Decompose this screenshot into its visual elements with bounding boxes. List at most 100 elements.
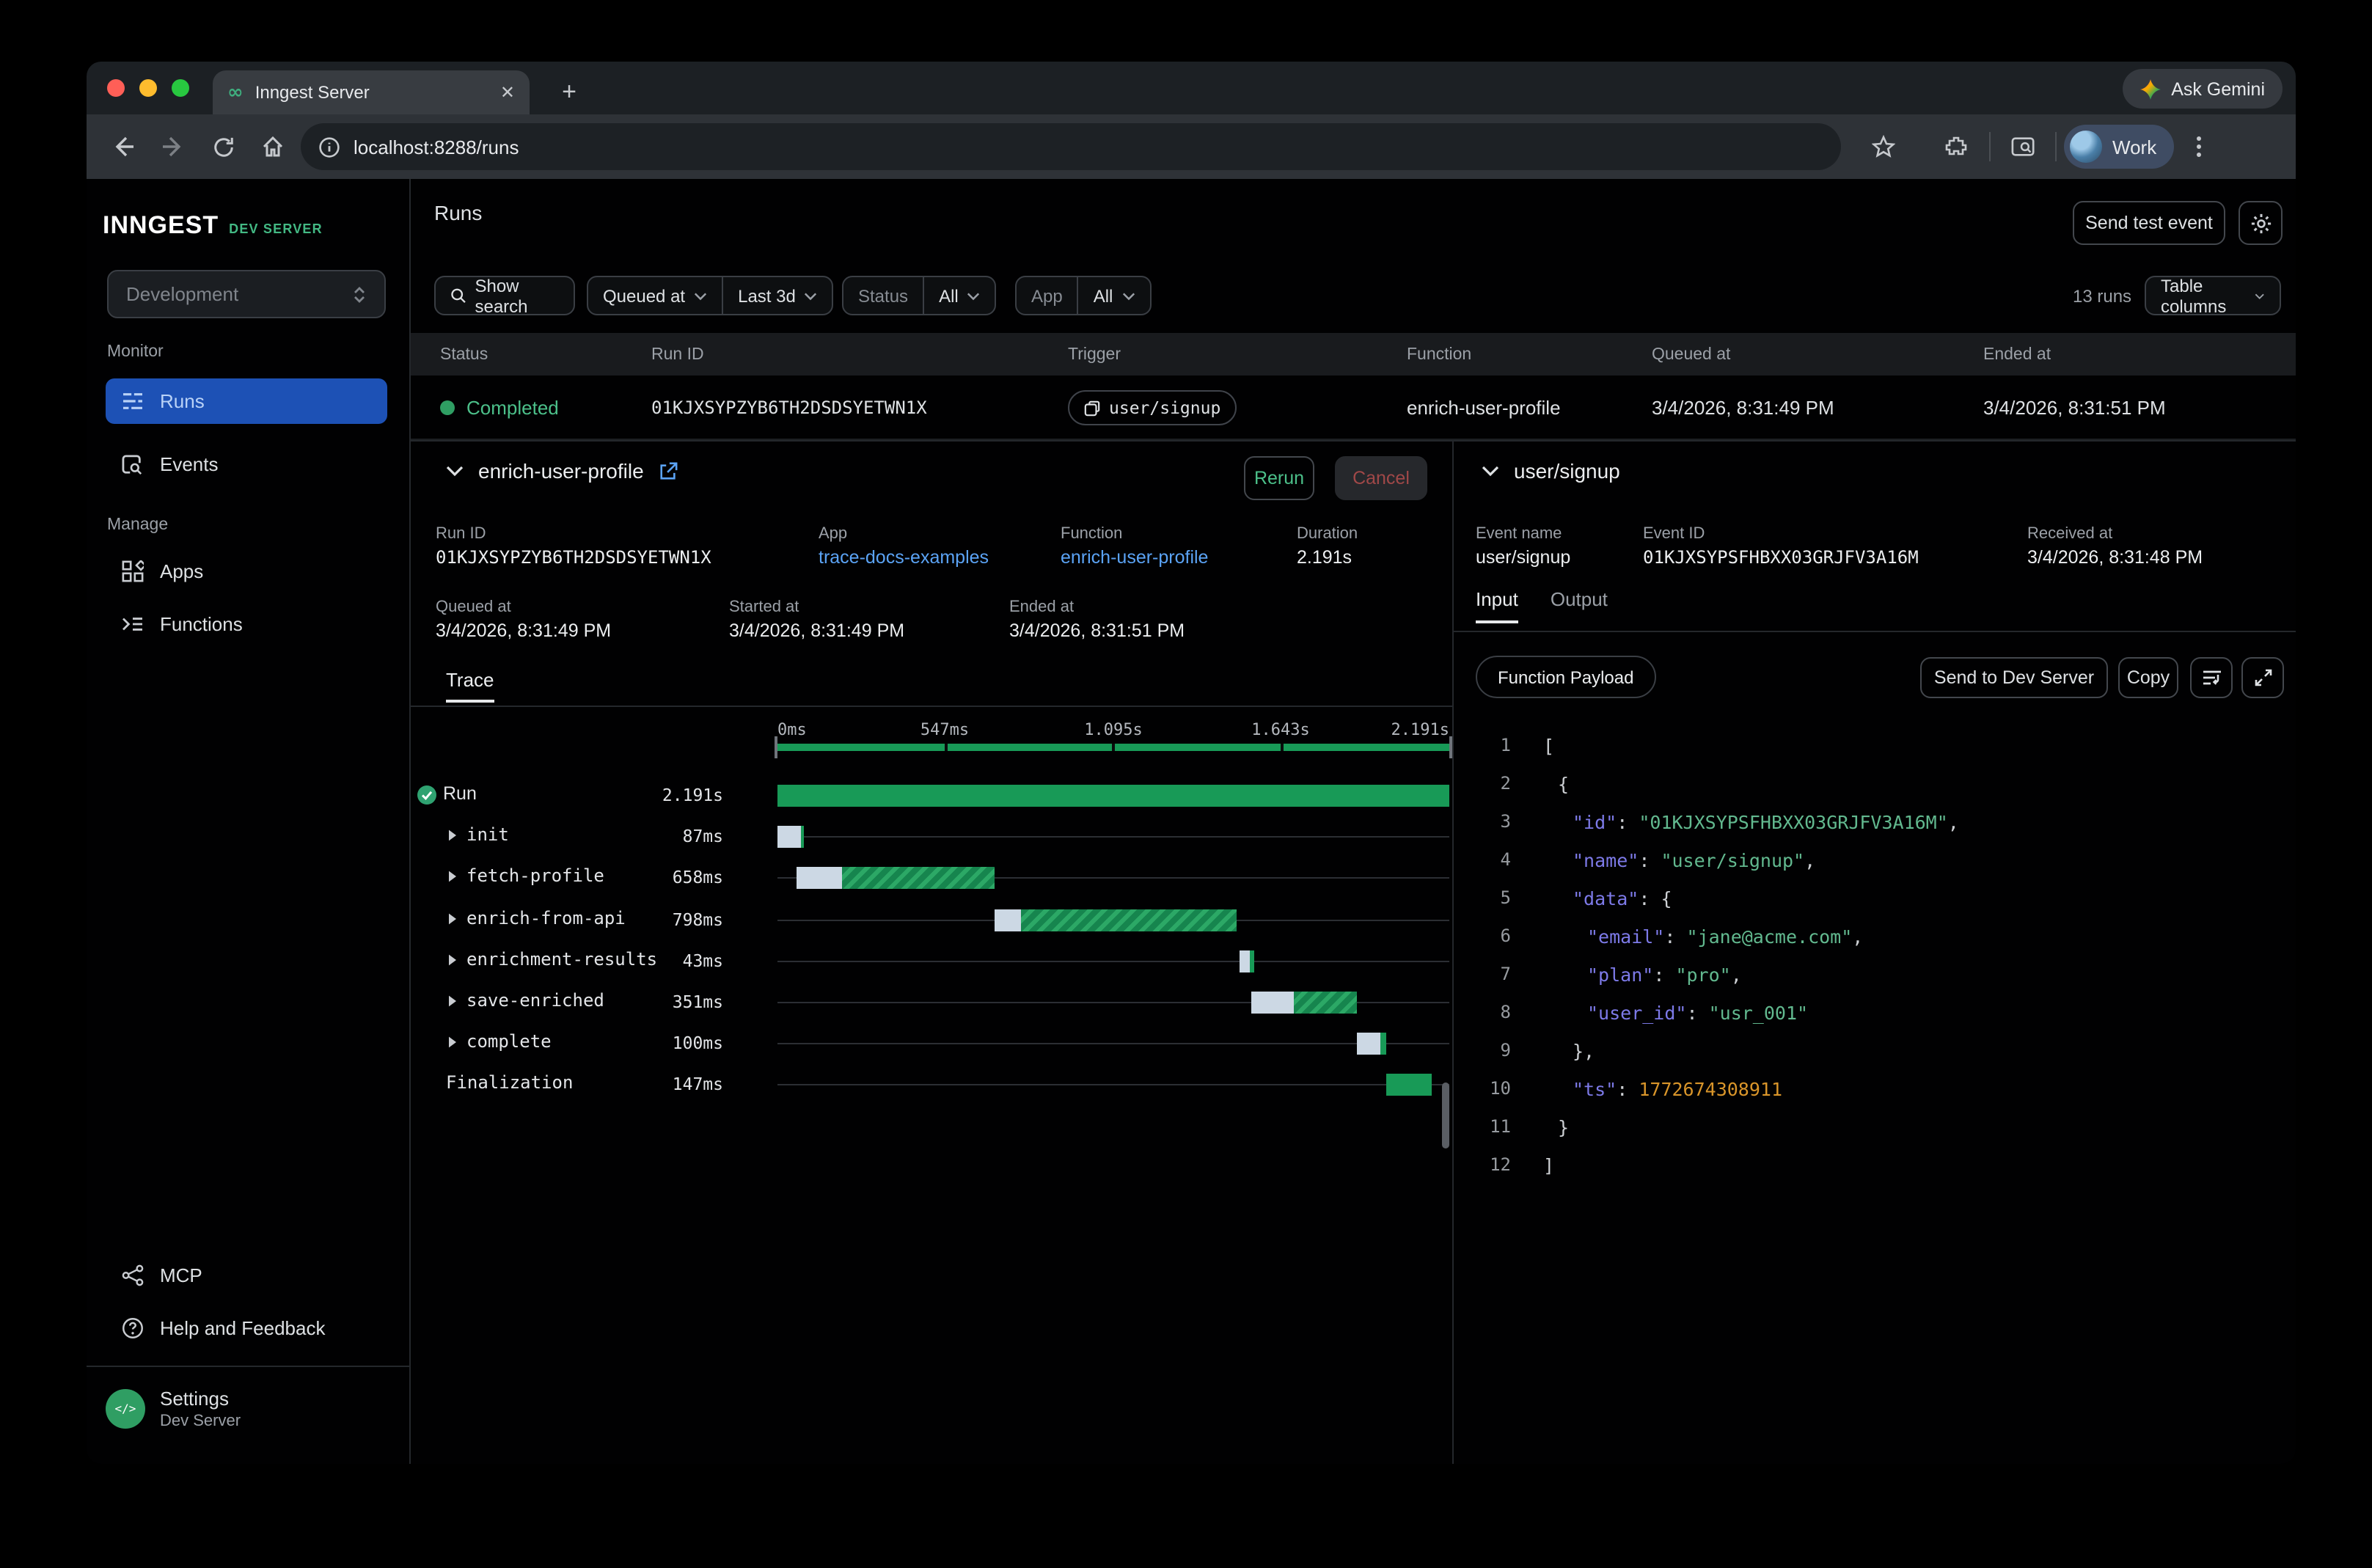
- trace-bar[interactable]: [777, 826, 804, 848]
- table-row[interactable]: Completed 01KJXSYPZYB6TH2DSDSYETWN1X use…: [411, 375, 2296, 440]
- line-number: 10: [1467, 1078, 1511, 1099]
- function-link[interactable]: enrich-user-profile: [1061, 547, 1208, 568]
- column-header[interactable]: Status: [440, 345, 488, 363]
- word-wrap-button[interactable]: [2190, 657, 2233, 698]
- rerun-button[interactable]: Rerun: [1244, 456, 1314, 500]
- ask-gemini-button[interactable]: Ask Gemini: [2123, 69, 2283, 109]
- sidebar-item-events[interactable]: Events: [106, 442, 387, 487]
- status-filter-value[interactable]: All: [924, 277, 995, 314]
- column-header[interactable]: Function: [1407, 345, 1471, 363]
- table-columns-button[interactable]: Table columns: [2145, 276, 2281, 315]
- sidebar-item-mcp[interactable]: MCP: [106, 1253, 387, 1298]
- collapse-chevron-icon[interactable]: [446, 465, 464, 477]
- expand-caret-icon[interactable]: [447, 994, 458, 1008]
- status-filter[interactable]: Status All: [842, 276, 997, 315]
- column-header[interactable]: Trigger: [1068, 345, 1121, 363]
- expand-caret-icon[interactable]: [447, 871, 458, 884]
- expand-caret-icon[interactable]: [447, 912, 458, 925]
- axis-tick: 2.191s: [1391, 720, 1450, 739]
- extensions-icon[interactable]: [1932, 125, 1982, 169]
- zoom-window-button[interactable]: [172, 79, 189, 97]
- sidebar-item-settings[interactable]: </> Settings Dev Server: [106, 1388, 241, 1430]
- time-range-segment[interactable]: Last 3d: [723, 277, 832, 314]
- trace-minimap[interactable]: [777, 744, 1449, 751]
- collapse-chevron-icon[interactable]: [1482, 465, 1499, 477]
- app-link[interactable]: trace-docs-examples: [819, 547, 989, 568]
- chevron-down-icon: [967, 291, 981, 300]
- trace-bar[interactable]: [1240, 950, 1254, 972]
- scrollbar-thumb[interactable]: [1442, 1082, 1449, 1148]
- profile-button[interactable]: Work: [2064, 125, 2174, 169]
- trace-bar[interactable]: [1251, 992, 1357, 1014]
- tab-input[interactable]: Input: [1476, 588, 1518, 623]
- trace-row-fetch-profile[interactable]: fetch-profile658ms: [411, 857, 1452, 898]
- external-link-icon[interactable]: [659, 461, 678, 480]
- trigger-badge[interactable]: user/signup: [1068, 390, 1237, 425]
- trace-row-enrich-from-api[interactable]: enrich-from-api798ms: [411, 898, 1452, 939]
- time-field-segment[interactable]: Queued at: [588, 277, 722, 314]
- trace-row-finalization[interactable]: Finalization147ms: [411, 1064, 1452, 1105]
- expand-caret-icon[interactable]: [447, 1036, 458, 1049]
- trace-bar[interactable]: [1357, 1033, 1386, 1055]
- copy-button[interactable]: Copy: [2118, 657, 2178, 698]
- line-number: 7: [1467, 964, 1511, 984]
- tab-close-icon[interactable]: ✕: [500, 82, 515, 103]
- code-line: 12]: [1454, 1146, 2296, 1184]
- trace-bar[interactable]: [797, 868, 995, 890]
- trace-row-complete[interactable]: complete100ms: [411, 1022, 1452, 1063]
- trace-step-duration: 2.191s: [662, 785, 723, 805]
- line-number: 3: [1467, 811, 1511, 832]
- inngest-app: INNGEST DEV SERVER Development Monitor R…: [87, 179, 2296, 1464]
- cancel-button[interactable]: Cancel: [1335, 456, 1427, 500]
- field-label: Ended at: [1009, 598, 1074, 616]
- sidebar-item-help[interactable]: Help and Feedback: [106, 1305, 387, 1351]
- app-filter-value[interactable]: All: [1079, 277, 1150, 314]
- expand-caret-icon[interactable]: [447, 829, 458, 842]
- send-test-event-button[interactable]: Send test event: [2073, 201, 2225, 245]
- trace-row-enrichment-results[interactable]: enrichment-results43ms: [411, 940, 1452, 981]
- browser-tab[interactable]: ∞ Inngest Server ✕: [213, 70, 530, 114]
- address-bar[interactable]: localhost:8288/runs: [301, 123, 1841, 170]
- payload-json[interactable]: 1[2{3"id": "01KJXSYPSFHBXX03GRJFV3A16M",…: [1454, 726, 2296, 1184]
- time-filter[interactable]: Queued at Last 3d: [587, 276, 834, 315]
- refresh-button[interactable]: [198, 125, 248, 169]
- trace-bar[interactable]: [777, 785, 1449, 807]
- sidebar-item-apps[interactable]: Apps: [106, 549, 387, 594]
- bookmark-star-icon[interactable]: [1859, 125, 1908, 169]
- exec-segment: [1021, 909, 1237, 931]
- browser-menu-icon[interactable]: [2174, 125, 2224, 169]
- trace-row-init[interactable]: init87ms: [411, 816, 1452, 857]
- site-info-icon[interactable]: [318, 136, 340, 158]
- close-window-button[interactable]: [107, 79, 125, 97]
- trace-bar[interactable]: [995, 909, 1237, 931]
- function-payload-button[interactable]: Function Payload: [1476, 656, 1655, 698]
- side-panel-search-icon[interactable]: [1998, 125, 2048, 169]
- settings-gear-button[interactable]: [2239, 201, 2283, 245]
- new-tab-button[interactable]: +: [550, 73, 588, 111]
- expand-button[interactable]: [2241, 657, 2284, 698]
- time-field-label: Queued at: [603, 285, 685, 306]
- column-header[interactable]: Ended at: [1983, 345, 2051, 363]
- sidebar-item-functions[interactable]: Functions: [106, 601, 387, 647]
- tab-trace[interactable]: Trace: [446, 669, 494, 703]
- minimize-window-button[interactable]: [139, 79, 157, 97]
- trace-row-run[interactable]: Run2.191s: [411, 774, 1452, 816]
- send-to-dev-server-button[interactable]: Send to Dev Server: [1920, 657, 2108, 698]
- trace-row-save-enriched[interactable]: save-enriched351ms: [411, 981, 1452, 1022]
- show-search-button[interactable]: Show search: [434, 276, 575, 315]
- sidebar-item-runs[interactable]: Runs: [106, 378, 387, 424]
- column-header[interactable]: Run ID: [651, 345, 704, 363]
- tab-output[interactable]: Output: [1551, 588, 1608, 623]
- forward-button[interactable]: [148, 125, 198, 169]
- environment-select[interactable]: Development: [107, 270, 386, 318]
- trace-bar[interactable]: [1386, 1074, 1432, 1096]
- expand-caret-icon[interactable]: [447, 953, 458, 967]
- home-button[interactable]: [248, 125, 298, 169]
- trigger-name: user/signup: [1109, 398, 1220, 418]
- event-name-value: user/signup: [1476, 547, 1570, 568]
- app-filter[interactable]: App All: [1015, 276, 1151, 315]
- trace-lane: [777, 898, 1449, 939]
- column-header[interactable]: Queued at: [1652, 345, 1730, 363]
- back-button[interactable]: [98, 125, 148, 169]
- events-icon: [122, 454, 144, 475]
